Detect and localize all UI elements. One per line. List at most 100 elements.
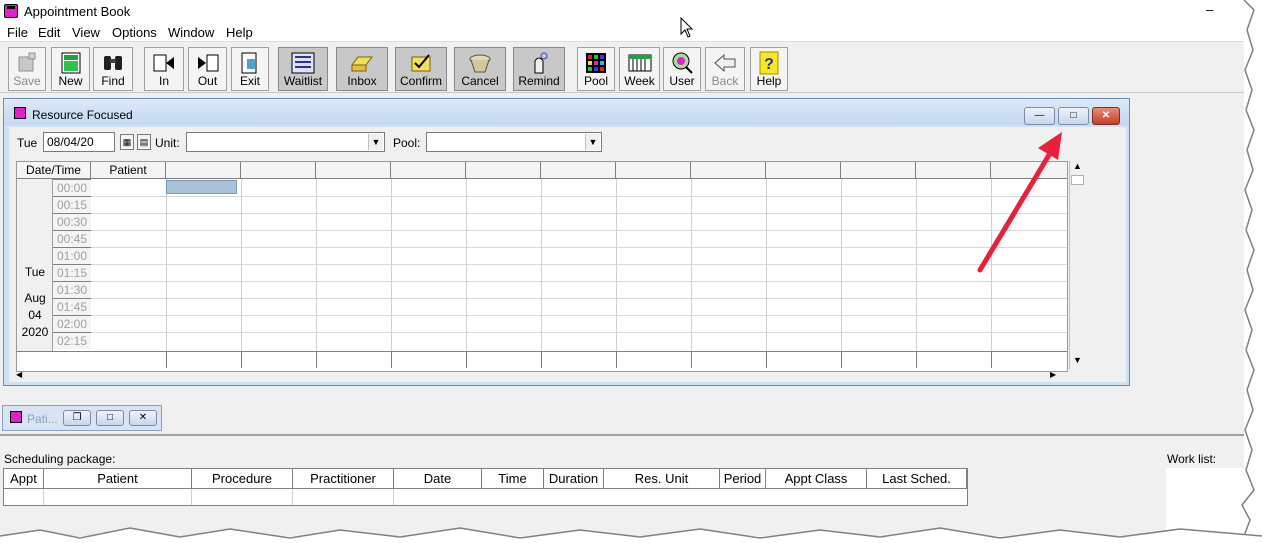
- pool-button[interactable]: Pool: [577, 47, 615, 91]
- date-picker-icon[interactable]: ▤: [137, 134, 151, 150]
- day-column: Tue Aug 04 2020: [17, 179, 53, 351]
- waitlist-button[interactable]: Waitlist: [278, 47, 328, 91]
- selected-cell[interactable]: [166, 180, 237, 194]
- time-slot-label[interactable]: 01:30: [53, 281, 91, 298]
- menu-edit[interactable]: Edit: [38, 25, 60, 40]
- footer-divider: [466, 352, 467, 368]
- resource-column-header[interactable]: [766, 162, 841, 179]
- vertical-scrollbar[interactable]: ▲ ▼: [1069, 161, 1084, 369]
- time-slot-label[interactable]: 02:00: [53, 315, 91, 332]
- table-cell[interactable]: [4, 489, 44, 505]
- column-date[interactable]: Date: [394, 469, 482, 489]
- menu-options[interactable]: Options: [112, 25, 157, 40]
- menu-help[interactable]: Help: [226, 25, 253, 40]
- time-slot-label[interactable]: 01:15: [53, 264, 91, 281]
- exit-button[interactable]: Exit: [231, 47, 269, 91]
- scroll-down-icon[interactable]: ▼: [1070, 355, 1085, 365]
- date-field[interactable]: 08/04/20: [43, 132, 115, 152]
- remind-button[interactable]: Remind: [513, 47, 565, 91]
- scroll-left-icon[interactable]: ◀: [16, 370, 22, 379]
- column-patient[interactable]: Patient: [44, 469, 192, 489]
- resource-column-header[interactable]: [316, 162, 391, 179]
- time-slot-label[interactable]: 00:00: [53, 179, 91, 196]
- inbox-button[interactable]: Inbox: [336, 47, 388, 91]
- header-date-time[interactable]: Date/Time: [17, 162, 91, 179]
- resource-column-header[interactable]: [991, 162, 1067, 179]
- mouse-cursor-icon: [680, 17, 694, 38]
- binoculars-icon: [104, 56, 122, 70]
- unit-dropdown[interactable]: ▼: [186, 132, 385, 152]
- user-button[interactable]: User: [663, 47, 701, 91]
- calendar-icon[interactable]: ▦: [120, 134, 134, 150]
- time-slot-label[interactable]: 00:45: [53, 230, 91, 247]
- resource-column-header[interactable]: [916, 162, 991, 179]
- chevron-down-icon[interactable]: ▼: [368, 134, 383, 150]
- day-year: 2020: [21, 325, 49, 339]
- find-button[interactable]: Find: [93, 47, 133, 91]
- column-time[interactable]: Time: [482, 469, 544, 489]
- resource-minimize-button[interactable]: —: [1024, 107, 1055, 125]
- header-patient[interactable]: Patient: [91, 162, 166, 179]
- time-slot-label[interactable]: 00:15: [53, 196, 91, 213]
- column-practitioner[interactable]: Practitioner: [293, 469, 394, 489]
- time-column: 00:00 00:15 00:30 00:45 01:00 01:15 01:3…: [53, 179, 91, 351]
- help-button[interactable]: ? Help: [750, 47, 788, 91]
- time-slot-label[interactable]: 01:00: [53, 247, 91, 264]
- restore-button[interactable]: ❐: [63, 410, 91, 426]
- resource-column-header[interactable]: [166, 162, 241, 179]
- pool-dropdown[interactable]: ▼: [426, 132, 602, 152]
- table-cell[interactable]: [192, 489, 293, 505]
- resource-column-header[interactable]: [466, 162, 541, 179]
- resource-column-header[interactable]: [391, 162, 466, 179]
- maximize-button[interactable]: □: [96, 410, 124, 426]
- time-slot-label[interactable]: 02:15: [53, 332, 91, 349]
- torn-edge-right: [1212, 0, 1262, 543]
- in-button[interactable]: In: [144, 47, 184, 91]
- time-slot-label[interactable]: 01:45: [53, 298, 91, 315]
- time-slot-label[interactable]: 00:30: [53, 213, 91, 230]
- table-cell[interactable]: [44, 489, 192, 505]
- resource-column-header[interactable]: [241, 162, 316, 179]
- cancel-button[interactable]: Cancel: [454, 47, 506, 91]
- scroll-thumb[interactable]: [1071, 175, 1084, 185]
- schedule-grid: Date/Time Patient Tue Aug 04 2020 00:00: [16, 161, 1068, 372]
- menu-window[interactable]: Window: [168, 25, 214, 40]
- check-in-icon: [153, 54, 174, 72]
- column-divider: [391, 179, 392, 351]
- back-label: Back: [711, 74, 739, 88]
- out-button[interactable]: Out: [188, 47, 227, 91]
- column-res-unit[interactable]: Res. Unit: [604, 469, 720, 489]
- help-icon: ?: [759, 51, 779, 75]
- resource-column-header[interactable]: [691, 162, 766, 179]
- resource-column-header[interactable]: [616, 162, 691, 179]
- column-appt-class[interactable]: Appt Class: [766, 469, 867, 489]
- save-button[interactable]: Save: [8, 47, 46, 91]
- menu-file[interactable]: File: [7, 25, 28, 40]
- minimized-patient-window[interactable]: Pati... ❐ □ ✕: [2, 405, 162, 431]
- week-icon: [628, 54, 651, 72]
- resource-maximize-button[interactable]: □: [1058, 107, 1089, 125]
- resource-column-header[interactable]: [841, 162, 916, 179]
- column-procedure[interactable]: Procedure: [192, 469, 293, 489]
- resource-close-button[interactable]: ✕: [1092, 107, 1120, 125]
- pane-splitter[interactable]: [0, 434, 1244, 436]
- column-period[interactable]: Period: [720, 469, 766, 489]
- chevron-down-icon[interactable]: ▼: [585, 134, 600, 150]
- scroll-up-icon[interactable]: ▲: [1070, 161, 1085, 171]
- exit-label: Exit: [239, 74, 260, 88]
- remind-icon: [534, 52, 548, 74]
- column-last-sched[interactable]: Last Sched.: [867, 469, 967, 489]
- horizontal-scrollbar[interactable]: ◀ ▶: [16, 370, 1068, 380]
- resource-column-header[interactable]: [541, 162, 616, 179]
- new-button[interactable]: New: [51, 47, 90, 91]
- confirm-button[interactable]: Confirm: [395, 47, 447, 91]
- scroll-right-icon[interactable]: ▶: [1050, 370, 1056, 379]
- column-duration[interactable]: Duration: [544, 469, 604, 489]
- save-icon: [18, 52, 36, 72]
- table-cell[interactable]: [293, 489, 394, 505]
- back-button[interactable]: Back: [705, 47, 745, 91]
- column-appt[interactable]: Appt: [4, 469, 44, 489]
- close-button[interactable]: ✕: [129, 410, 157, 426]
- week-button[interactable]: Week: [619, 47, 660, 91]
- menu-view[interactable]: View: [72, 25, 100, 40]
